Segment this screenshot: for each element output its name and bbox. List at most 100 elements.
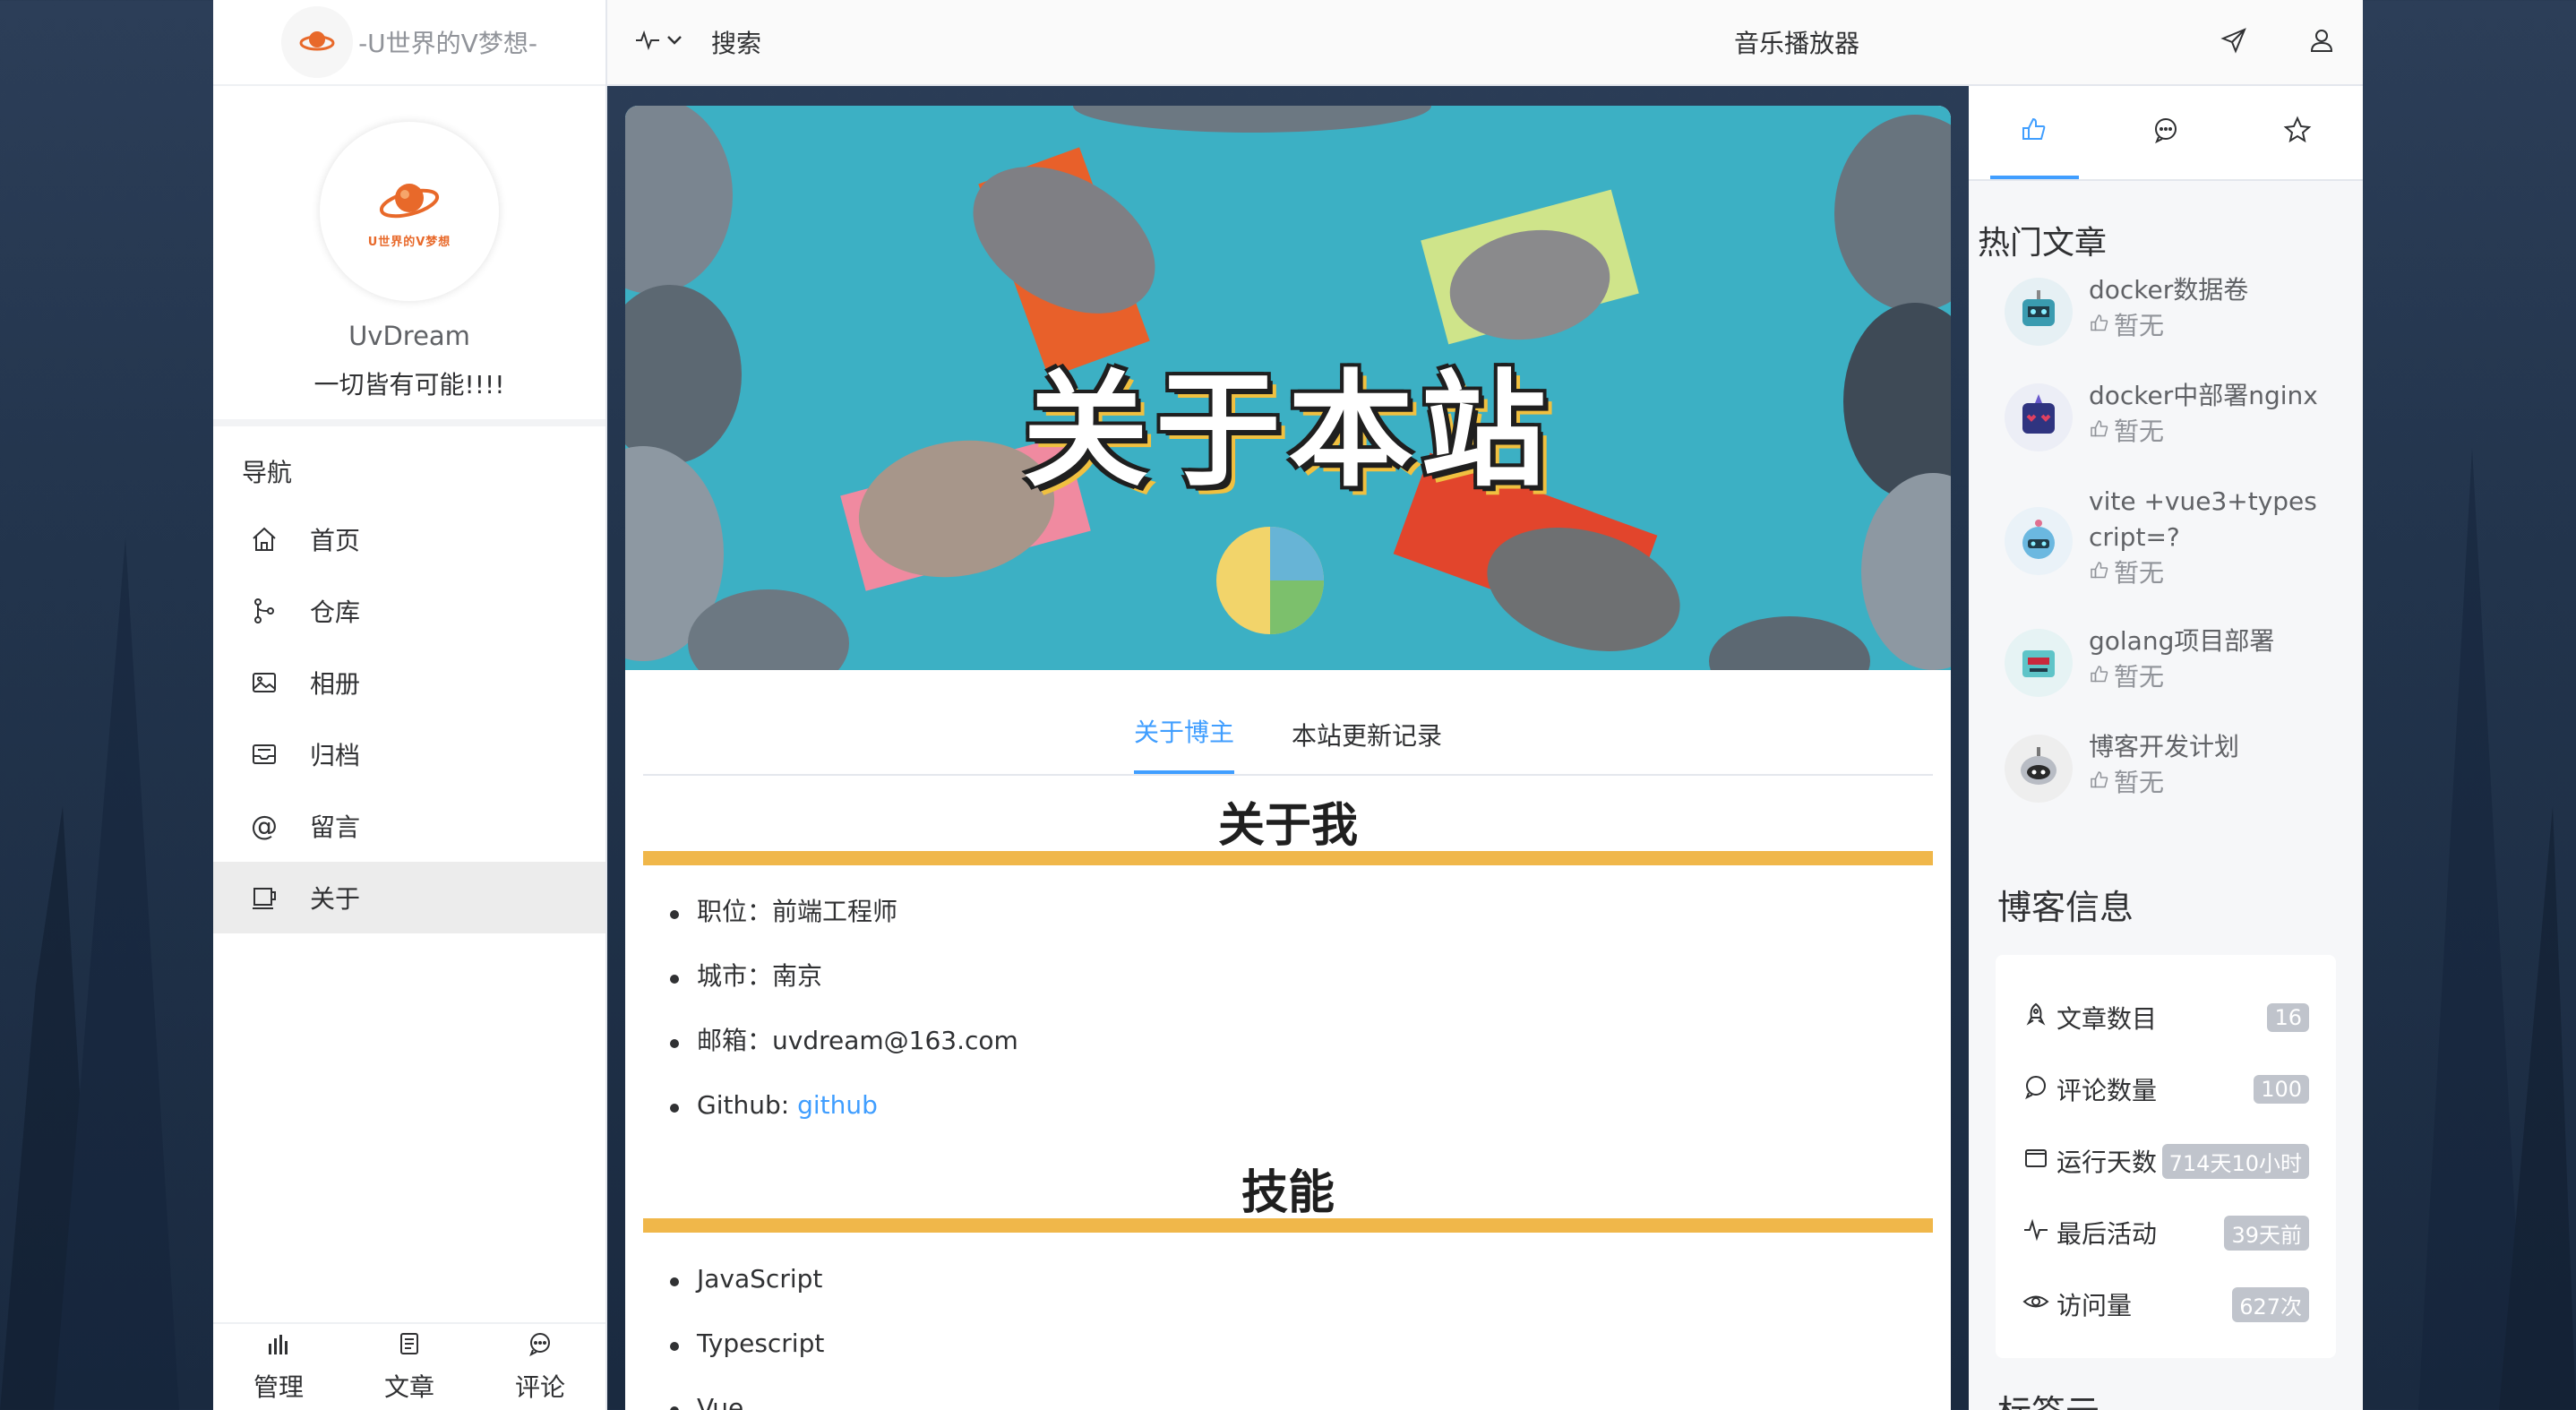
search-link[interactable]: 搜索 <box>711 24 761 60</box>
thumbs-up-icon <box>2089 414 2110 450</box>
list-item: Github: github <box>670 1079 1951 1143</box>
hot-article-name: vite +vue3+typescript=? <box>2089 486 2317 552</box>
about-list: 职位：前端工程师 城市：南京 邮箱：uvdream@163.com Github… <box>670 885 1951 1143</box>
section-heading: 关于我 <box>1217 799 1358 853</box>
info-label: 评论数量 <box>2057 1076 2158 1105</box>
music-player-link[interactable]: 音乐播放器 <box>1734 24 1859 60</box>
hot-article-item[interactable]: docker中部署nginx 暂无 <box>1969 378 2363 451</box>
bottom-item-manage[interactable]: 管理 <box>213 1324 344 1410</box>
window-icon <box>2022 1145 2049 1178</box>
robot-avatar-icon <box>2005 735 2073 803</box>
avatar: U世界的V梦想 <box>320 122 499 301</box>
hot-article-item[interactable]: docker数据卷 暂无 <box>1969 272 2363 346</box>
send-icon[interactable] <box>2220 26 2248 58</box>
left-sidebar: -U世界的V梦想- U世界的V梦想 UvDream 一切皆有可能!!!! 导航 … <box>213 0 607 1410</box>
blog-info-title: 博客信息 <box>1997 888 2134 927</box>
inbox-icon <box>249 739 279 769</box>
bottom-item-articles[interactable]: 文章 <box>344 1324 475 1410</box>
info-row-visits: 访问量 627次 <box>2022 1268 2309 1340</box>
pulse-icon <box>2022 1217 2049 1250</box>
tab-about-author[interactable]: 关于博主 <box>1133 713 1234 774</box>
picture-icon <box>249 667 279 698</box>
heading-bar <box>643 851 1933 865</box>
nav-item-label: 首页 <box>310 526 361 555</box>
top-header: 搜索 音乐播放器 <box>607 0 2363 86</box>
tab-update-log[interactable]: 本站更新记录 <box>1292 717 1442 774</box>
bottom-item-comments[interactable]: 评论 <box>475 1324 605 1410</box>
tag-cloud-title: 标签云 <box>1969 1358 2363 1410</box>
info-row-last-active: 最后活动 39天前 <box>2022 1197 2309 1268</box>
home-icon <box>249 524 279 555</box>
nav-item-label: 关于 <box>310 884 361 914</box>
cup-icon <box>249 882 279 913</box>
list-item: 城市：南京 <box>670 950 1951 1014</box>
chevron-down-icon <box>665 30 684 54</box>
hot-article-item[interactable]: 博客开发计划 暂无 <box>1969 729 2363 803</box>
bottom-item-label: 评论 <box>514 1371 565 1402</box>
heading-bar <box>643 1218 1933 1233</box>
blog-info-card: 文章数目 16 评论数量 100 运行天数 714天10小时 最后活动 39天前… <box>1996 955 2336 1358</box>
profile-motto: 一切皆有可能!!!! <box>313 370 505 400</box>
hot-article-likes: 暂无 <box>2114 662 2165 692</box>
robot-avatar-icon <box>2005 507 2073 575</box>
bottom-item-label: 管理 <box>253 1371 304 1402</box>
github-link[interactable]: github <box>797 1090 878 1120</box>
hot-article-name: golang项目部署 <box>2089 626 2275 656</box>
list-item: Typescript <box>670 1317 1951 1381</box>
bottom-item-label: 文章 <box>383 1371 434 1402</box>
about-tabs: 关于博主 本站更新记录 <box>643 670 1933 776</box>
brand[interactable]: -U世界的V梦想- <box>213 0 605 86</box>
hot-article-likes: 暂无 <box>2114 768 2165 797</box>
nav-title: 导航 <box>242 458 293 487</box>
robot-avatar-icon <box>2005 383 2073 451</box>
profile-card: U世界的V梦想 UvDream 一切皆有可能!!!! <box>213 86 605 426</box>
info-badge: 16 <box>2267 1003 2309 1032</box>
info-row-articles: 文章数目 16 <box>2022 982 2309 1053</box>
list-item: Vue <box>670 1381 1951 1410</box>
section-heading: 技能 <box>1241 1166 1335 1220</box>
tab-comments[interactable] <box>2100 84 2232 179</box>
thumbs-up-icon <box>2089 765 2110 801</box>
skills-section-title: 技能 <box>643 1168 1933 1233</box>
tab-favorites[interactable] <box>2231 84 2363 179</box>
pulse-dropdown[interactable] <box>634 30 684 55</box>
nav-item-repo[interactable]: 仓库 <box>213 575 605 647</box>
info-label: 文章数目 <box>2057 1004 2158 1034</box>
hot-article-likes: 暂无 <box>2114 417 2165 446</box>
list-item: JavaScript <box>670 1252 1951 1317</box>
thumbs-up-icon <box>2089 555 2110 591</box>
hot-article-item[interactable]: golang项目部署 暂无 <box>1969 623 2363 697</box>
comment-icon <box>2022 1073 2049 1106</box>
nav-item-guestbook[interactable]: @ 留言 <box>213 790 605 862</box>
banner-title: 关于本站 <box>1022 358 1553 504</box>
info-badge: 627次 <box>2232 1286 2309 1322</box>
branch-icon <box>249 596 279 626</box>
brand-logo <box>281 6 354 78</box>
info-label: 运行天数 <box>2057 1148 2158 1177</box>
right-tabs <box>1969 86 2363 181</box>
star-icon <box>2283 116 2312 148</box>
brand-title: -U世界的V梦想- <box>358 29 537 58</box>
thumbs-up-icon <box>2089 308 2110 344</box>
info-badge: 100 <box>2254 1075 2309 1104</box>
hot-article-item[interactable]: vite +vue3+typescript=? 暂无 <box>1969 484 2363 591</box>
tab-likes[interactable] <box>1969 84 2100 179</box>
rocket-icon <box>2022 1002 2049 1035</box>
hot-article-likes: 暂无 <box>2114 558 2165 588</box>
nav-item-about[interactable]: 关于 <box>213 862 605 933</box>
info-row-comments: 评论数量 100 <box>2022 1053 2309 1125</box>
info-row-uptime: 运行天数 714天10小时 <box>2022 1125 2309 1197</box>
list-item: 邮箱：uvdream@163.com <box>670 1014 1951 1079</box>
bottom-bar: 管理 文章 评论 <box>213 1322 605 1410</box>
user-icon[interactable] <box>2307 26 2336 58</box>
nav-item-label: 留言 <box>310 812 361 842</box>
nav-item-archive[interactable]: 归档 <box>213 718 605 790</box>
nav-item-home[interactable]: 首页 <box>213 503 605 575</box>
nav-item-album[interactable]: 相册 <box>213 647 605 718</box>
profile-name: UvDream <box>348 321 470 351</box>
document-icon <box>397 1331 422 1363</box>
chart-icon <box>266 1331 291 1363</box>
list-item: 职位：前端工程师 <box>670 885 1951 950</box>
info-badge: 714天10小时 <box>2161 1143 2309 1179</box>
comment-icon <box>528 1331 553 1363</box>
